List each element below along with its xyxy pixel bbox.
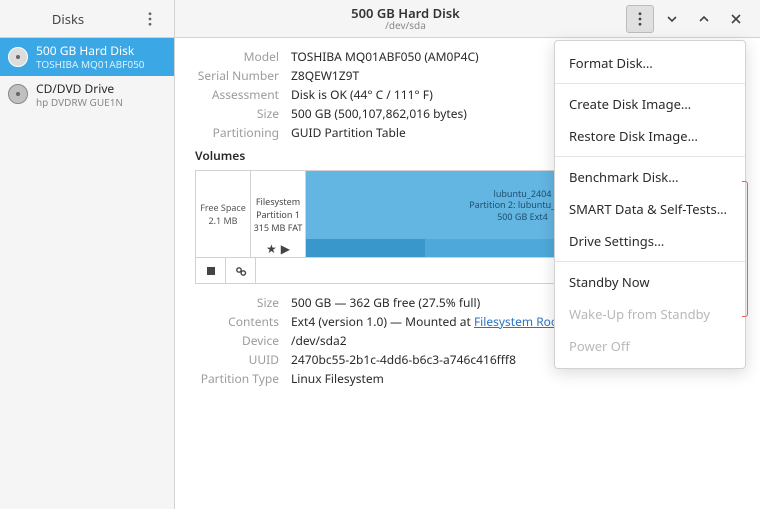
app-menu-icon[interactable]	[136, 5, 164, 33]
value-vol-size: 500 GB — 362 GB free (27.5% full)	[291, 294, 480, 311]
disk-name: CD/DVD Drive	[36, 81, 123, 96]
label-assessment: Assessment	[195, 86, 279, 103]
value-assessment: Disk is OK (44° C / 111° F)	[291, 86, 433, 103]
value-vol-device: /dev/sda2	[291, 332, 347, 349]
label-vol-ptype: Partition Type	[195, 370, 279, 387]
value-serial: Z8QEW1Z9T	[291, 67, 359, 84]
disk-sub: hp DVDRW GUE1N	[36, 96, 123, 109]
sidebar: Disks 500 GB Hard Disk TOSHIBA MQ01ABF05…	[0, 0, 175, 509]
vol-p1-label: Filesystem	[256, 195, 300, 208]
menu-drive-settings[interactable]: Drive Settings…	[555, 225, 745, 257]
volume-settings-button[interactable]	[226, 258, 256, 283]
star-icon: ★	[266, 240, 277, 257]
disk-name: 500 GB Hard Disk	[36, 43, 145, 58]
menu-power-off: Power Off	[555, 330, 745, 362]
volume-partition-1[interactable]: Filesystem Partition 1 315 MB FAT ★ ▶	[251, 171, 306, 257]
play-icon: ▶	[281, 240, 290, 257]
menu-separator	[555, 156, 745, 157]
label-model: Model	[195, 48, 279, 65]
chevron-down-icon[interactable]	[658, 5, 686, 33]
main-pane: 500 GB Hard Disk /dev/sda ModelTOSHIBA	[175, 0, 760, 509]
value-size: 500 GB (500,107,862,016 bytes)	[291, 105, 467, 122]
label-vol-device: Device	[195, 332, 279, 349]
menu-separator	[555, 83, 745, 84]
sidebar-header: Disks	[0, 0, 174, 38]
hdd-icon	[8, 47, 28, 67]
label-vol-contents: Contents	[195, 313, 279, 330]
optical-drive-icon	[8, 84, 28, 104]
menu-create-disk-image[interactable]: Create Disk Image…	[555, 88, 745, 120]
label-vol-size: Size	[195, 294, 279, 311]
vol-p2-sub2: 500 GB Ext4	[497, 211, 548, 222]
vol-free-label: Free Space	[200, 201, 246, 214]
label-size: Size	[195, 105, 279, 122]
page-subtitle: /dev/sda	[185, 20, 626, 31]
menu-smart-data[interactable]: SMART Data & Self-Tests…	[555, 193, 745, 225]
filesystem-root-link[interactable]: Filesystem Root	[474, 313, 563, 330]
menu-restore-disk-image[interactable]: Restore Disk Image…	[555, 120, 745, 152]
benchmark-highlight	[742, 181, 748, 317]
value-vol-ptype: Linux Filesystem	[291, 370, 384, 387]
value-vol-uuid: 2470bc55-2b1c-4dd6-b6c3-a746c416fff8	[291, 351, 516, 368]
menu-wakeup-standby: Wake-Up from Standby	[555, 298, 745, 330]
menu-standby-now[interactable]: Standby Now	[555, 266, 745, 298]
sidebar-item-optical[interactable]: CD/DVD Drive hp DVDRW GUE1N	[0, 76, 174, 114]
chevron-up-icon[interactable]	[690, 5, 718, 33]
header-bar: 500 GB Hard Disk /dev/sda	[175, 0, 760, 38]
menu-benchmark-disk[interactable]: Benchmark Disk…	[555, 161, 745, 193]
label-partitioning: Partitioning	[195, 124, 279, 141]
disk-menu-button[interactable]	[626, 5, 654, 33]
value-vol-contents-prefix: Ext4 (version 1.0) — Mounted at	[291, 313, 474, 330]
value-model: TOSHIBA MQ01ABF050 (AM0P4C)	[291, 48, 479, 65]
menu-format-disk[interactable]: Format Disk…	[555, 47, 745, 79]
vol-free-size: 2.1 MB	[208, 214, 237, 227]
value-partitioning: GUID Partition Table	[291, 124, 406, 141]
menu-separator	[555, 261, 745, 262]
disk-sub: TOSHIBA MQ01ABF050	[36, 58, 145, 71]
volume-freespace[interactable]: Free Space 2.1 MB	[196, 171, 251, 257]
unmount-button[interactable]	[196, 258, 226, 283]
sidebar-item-hdd[interactable]: 500 GB Hard Disk TOSHIBA MQ01ABF050	[0, 38, 174, 76]
sidebar-title: Disks	[0, 10, 136, 28]
label-vol-uuid: UUID	[195, 351, 279, 368]
close-icon[interactable]	[722, 5, 750, 33]
label-serial: Serial Number	[195, 67, 279, 84]
vol-p1-sub1: Partition 1	[256, 208, 300, 221]
disk-menu-popover: Format Disk… Create Disk Image… Restore …	[554, 40, 746, 369]
vol-p1-sub2: 315 MB FAT	[254, 221, 303, 234]
